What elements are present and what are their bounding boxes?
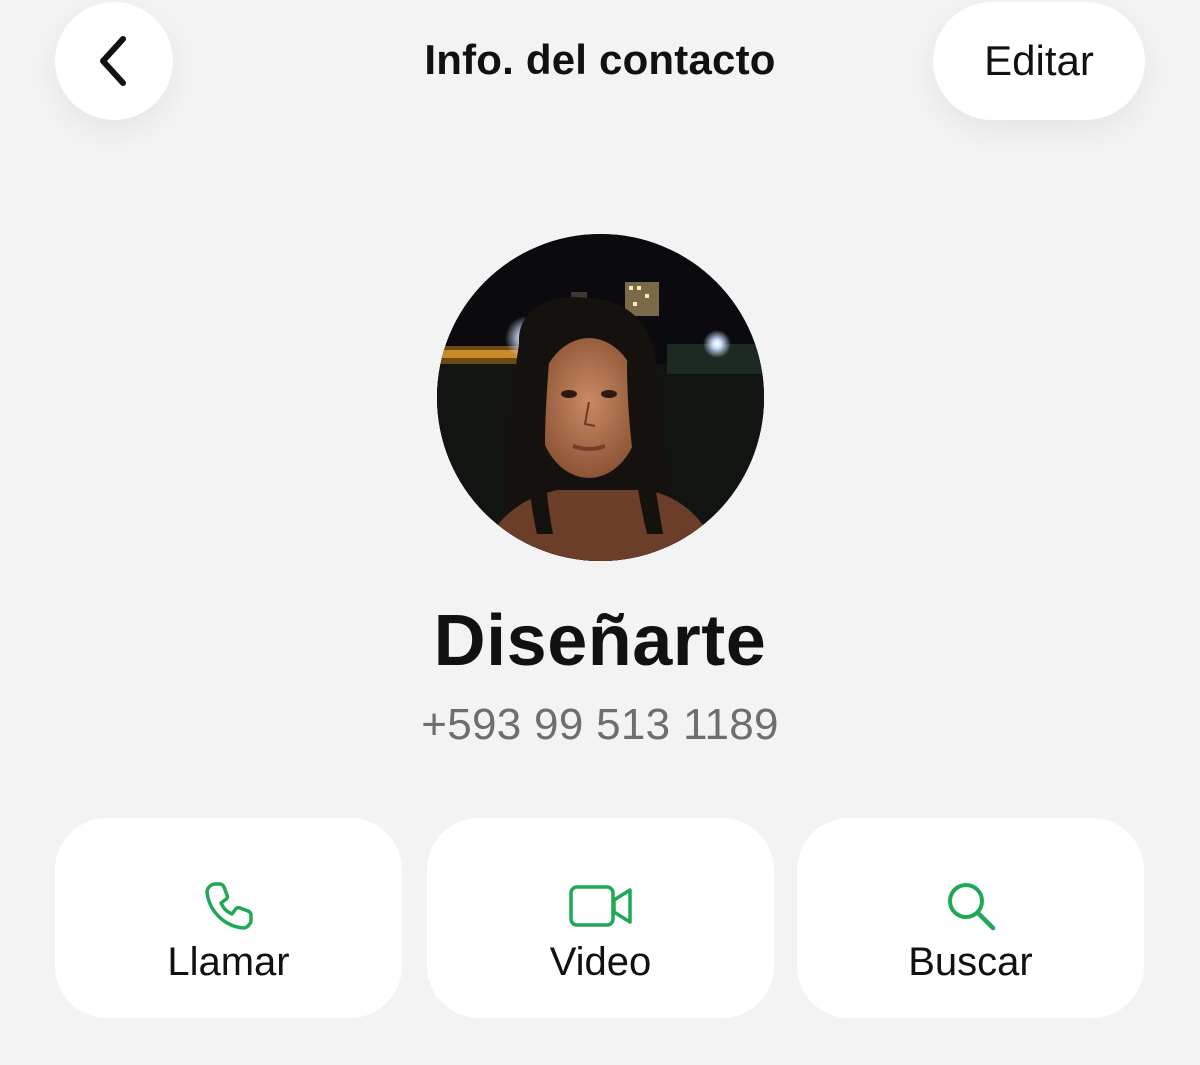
chevron-left-icon xyxy=(100,36,126,86)
contact-name: Diseñarte xyxy=(433,601,767,681)
video-camera-icon xyxy=(427,876,774,936)
contact-info-screen: Info. del contacto Editar Diseñarte +593… xyxy=(0,0,1200,1065)
call-label: Llamar xyxy=(167,940,290,984)
search-icon xyxy=(797,876,1144,936)
search-label: Buscar xyxy=(908,940,1033,984)
avatar[interactable] xyxy=(437,234,764,561)
search-button[interactable]: Buscar xyxy=(797,818,1144,1018)
call-button[interactable]: Llamar xyxy=(55,818,402,1018)
video-label: Video xyxy=(549,940,652,984)
page-title: Info. del contacto xyxy=(424,36,776,83)
back-button[interactable] xyxy=(55,2,173,120)
contact-phone-number: +593 99 513 1189 xyxy=(421,700,779,749)
phone-icon xyxy=(55,876,402,936)
edit-button[interactable]: Editar xyxy=(933,2,1145,120)
video-call-button[interactable]: Video xyxy=(427,818,774,1018)
profile-photo xyxy=(437,234,764,561)
